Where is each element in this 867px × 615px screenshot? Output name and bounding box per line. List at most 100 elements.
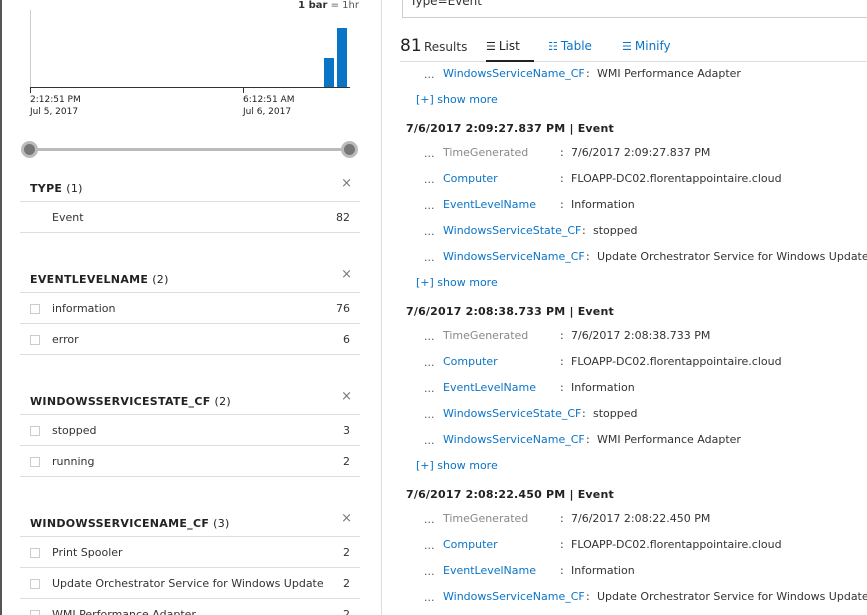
expand-dots[interactable]: ...	[424, 330, 435, 343]
expand-dots[interactable]: ...	[424, 539, 435, 552]
field-key[interactable]: WindowsServiceName_CF	[443, 250, 585, 263]
histogram-bar[interactable]	[337, 28, 347, 88]
field-row: ... Computer: FLOAPP-DC02.florentappointai…	[382, 168, 867, 194]
facet-checkbox[interactable]	[30, 579, 40, 589]
results-list: ... WindowsServiceName_CF : WMI Performa…	[382, 63, 867, 612]
field-key[interactable]: EventLevelName	[443, 564, 536, 577]
field-key[interactable]: Computer	[443, 172, 498, 185]
tab-minify[interactable]: ☰ Minify	[622, 39, 671, 62]
tab-list[interactable]: ☰ List	[486, 39, 534, 62]
search-input[interactable]: Type=Event	[402, 0, 867, 18]
expand-dots[interactable]: ...	[424, 147, 435, 160]
facet-row-count: 6	[343, 333, 350, 346]
field-separator: :	[582, 407, 586, 420]
field-key[interactable]: WindowsServiceName_CF	[443, 590, 585, 603]
facet-checkbox[interactable]	[30, 335, 40, 345]
expand-dots[interactable]: ...	[424, 225, 435, 238]
expand-dots[interactable]: ...	[424, 591, 435, 604]
expand-dots[interactable]: ...	[424, 408, 435, 421]
facet-checkbox[interactable]	[30, 610, 40, 615]
field-separator: :	[560, 198, 564, 211]
facet-checkbox[interactable]	[30, 304, 40, 314]
field-row: ... Computer: FLOAPP-DC02.florentappointai…	[382, 534, 867, 560]
field-key[interactable]: EventLevelName	[443, 198, 536, 211]
close-icon[interactable]: ×	[341, 389, 352, 404]
facet-row[interactable]: running 2	[20, 446, 360, 477]
close-icon[interactable]: ×	[341, 511, 352, 526]
filter-pane: 1 bar = 1hr 2:12:51 PM Jul 5, 2017 6:12:…	[0, 0, 382, 615]
facet-title: WINDOWSSERVICESTATE_CF (2)	[30, 395, 231, 408]
facet-row-label: Print Spooler	[52, 546, 123, 559]
facet-row[interactable]: Print Spooler 2	[20, 537, 360, 568]
facet-checkbox[interactable]	[30, 457, 40, 467]
minify-icon: ☰	[622, 40, 632, 53]
show-more-label[interactable]: [+] show more	[416, 459, 498, 472]
facet-row[interactable]: Update Orchestrator Service for Windows …	[20, 568, 360, 599]
expand-dots[interactable]: ...	[424, 382, 435, 395]
field-value: FLOAPP-DC02.florentappointaire.cloud	[571, 538, 782, 551]
field-value: FLOAPP-DC02.florentappointaire.cloud	[571, 355, 782, 368]
tick-label-date: Jul 6, 2017	[243, 107, 292, 117]
field-row: ... WindowsServiceName_CF: WMI Performance…	[382, 429, 867, 455]
facet-row[interactable]: error 6	[20, 324, 360, 355]
show-more-label[interactable]: [+] show more	[416, 93, 498, 106]
record-timestamp: 7/6/2017 2:08:38.733 PM | Event	[406, 305, 614, 318]
time-range-slider[interactable]	[30, 148, 350, 151]
show-more-link[interactable]: [+] show more	[382, 272, 867, 303]
field-key[interactable]: WindowsServiceName_CF	[443, 433, 585, 446]
show-more-link[interactable]: [+] show more	[382, 89, 867, 120]
facet-count: (1)	[66, 182, 83, 195]
show-more-label[interactable]: [+] show more	[416, 276, 498, 289]
histogram[interactable]	[30, 10, 350, 88]
tab-table[interactable]: ☷ Table	[548, 39, 592, 62]
expand-dots[interactable]: ...	[424, 173, 435, 186]
expand-dots[interactable]: ...	[424, 434, 435, 447]
field-key[interactable]: EventLevelName	[443, 381, 536, 394]
facet-row-count: 3	[343, 424, 350, 437]
facet-row-count: 2	[343, 546, 350, 559]
close-icon[interactable]: ×	[341, 267, 352, 282]
results-toolbar: 81 Results ☰ List ☷ Table ☰ Minify	[400, 36, 867, 62]
expand-dots[interactable]: ...	[424, 513, 435, 526]
show-more-link[interactable]: [+] show more	[382, 455, 867, 486]
record-header: 7/6/2017 2:08:38.733 PM | Event	[382, 303, 867, 325]
facet-checkbox[interactable]	[30, 426, 40, 436]
slider-handle-start[interactable]	[21, 141, 38, 158]
field-separator: :	[586, 250, 590, 263]
facet-row[interactable]: stopped 3	[20, 415, 360, 446]
field-key[interactable]: WindowsServiceState_CF	[443, 407, 581, 420]
field-key[interactable]: TimeGenerated	[443, 329, 528, 342]
field-key[interactable]: Computer	[443, 538, 498, 551]
facet-title: TYPE (1)	[30, 182, 83, 195]
tick-label-date: Jul 5, 2017	[30, 107, 79, 117]
expand-dots[interactable]: ...	[424, 68, 435, 81]
field-row: ... EventLevelName: Information	[382, 377, 867, 403]
facet-row[interactable]: WMI Performance Adapter 2	[20, 599, 360, 615]
field-separator: :	[560, 564, 564, 577]
expand-dots[interactable]: ...	[424, 251, 435, 264]
field-row: ... EventLevelName: Information	[382, 194, 867, 220]
facet-checkbox[interactable]	[30, 548, 40, 558]
slider-handle-end[interactable]	[341, 141, 358, 158]
field-key[interactable]: Computer	[443, 355, 498, 368]
field-key[interactable]: TimeGenerated	[443, 146, 528, 159]
close-icon[interactable]: ×	[341, 176, 352, 191]
table-icon: ☷	[548, 40, 558, 53]
facet-row[interactable]: Event 82	[20, 202, 360, 233]
expand-dots[interactable]: ...	[424, 199, 435, 212]
field-value: 7/6/2017 2:08:22.450 PM	[571, 512, 711, 525]
field-key[interactable]: TimeGenerated	[443, 512, 528, 525]
field-key[interactable]: WindowsServiceState_CF	[443, 224, 581, 237]
field-key[interactable]: WindowsServiceName_CF	[443, 67, 585, 80]
field-separator: :	[560, 512, 564, 525]
expand-dots[interactable]: ...	[424, 356, 435, 369]
record-timestamp: 7/6/2017 2:09:27.837 PM | Event	[406, 122, 614, 135]
field-row: ... WindowsServiceState_CF: stopped	[382, 403, 867, 429]
histogram-bar[interactable]	[324, 58, 334, 88]
facet-row[interactable]: information 76	[20, 293, 360, 324]
expand-dots[interactable]: ...	[424, 565, 435, 578]
facet-row-label: stopped	[52, 424, 97, 437]
field-separator: :	[560, 172, 564, 185]
field-separator: :	[560, 538, 564, 551]
facet-header: TYPE (1) ×	[20, 170, 360, 202]
